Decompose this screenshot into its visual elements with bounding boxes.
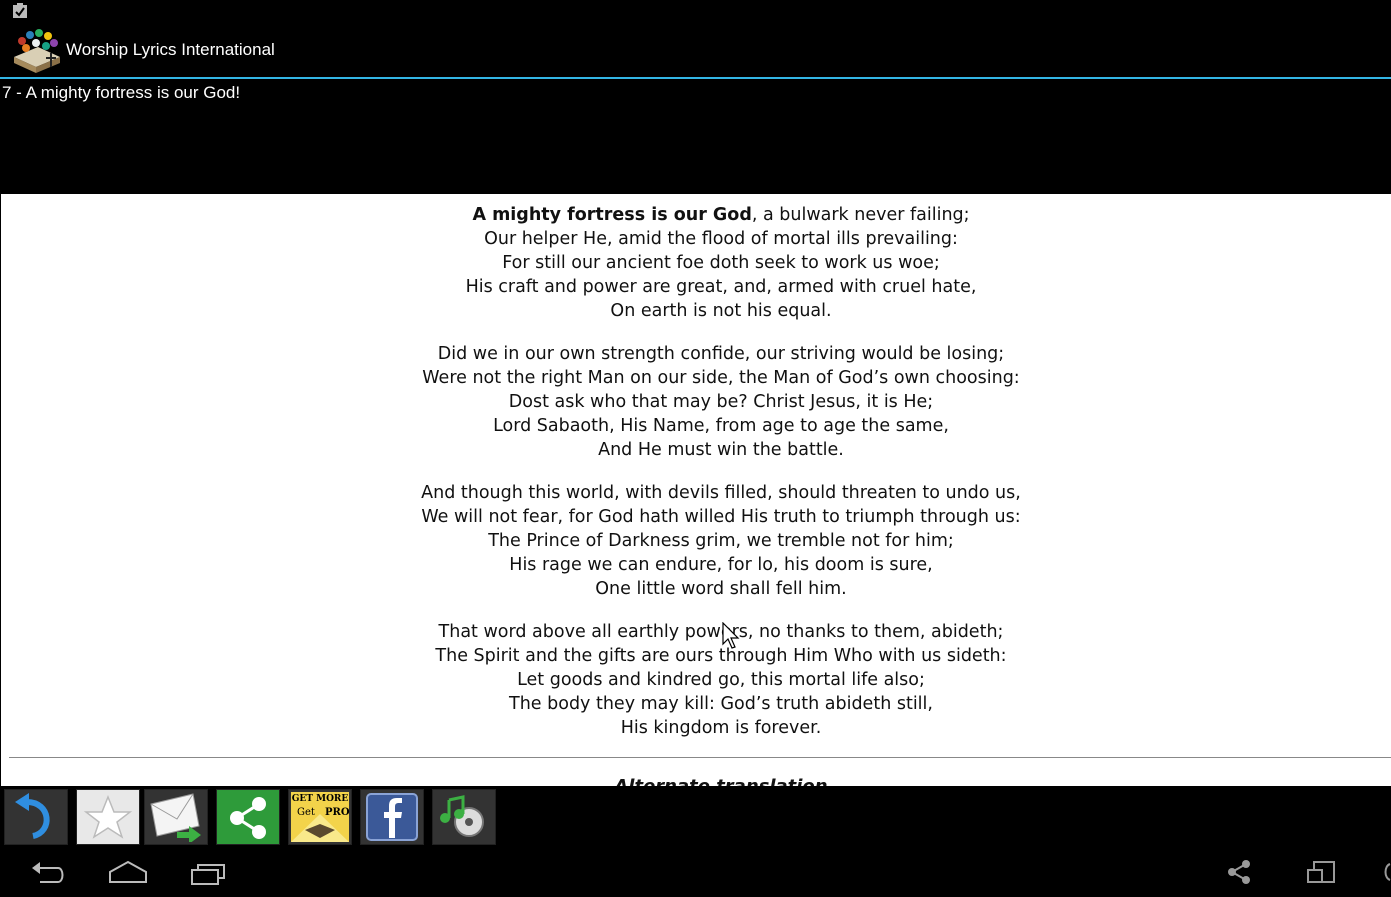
app-title: Worship Lyrics International [66,40,275,59]
lyric-line: We will not fear, for God hath willed Hi… [421,507,1021,527]
nav-recents-icon[interactable] [190,858,228,886]
lyric-line: The Prince of Darkness grim, we tremble … [488,531,954,551]
lyric-line: A mighty fortress is our God, a bulwark … [1,203,1391,227]
lyric-line: On earth is not his equal. [610,301,832,321]
pro-text-line2: Get [297,807,315,818]
lyrics-text: A mighty fortress is our God, a bulwark … [1,203,1391,759]
share-icon [230,797,266,839]
system-nav-bar [0,846,1391,897]
app-logo-icon[interactable] [12,27,62,75]
status-bar [0,0,1391,24]
lyric-line: Did we in our own strength confide, our … [437,344,1005,364]
share-button[interactable] [216,789,280,845]
lyric-line: Were not the right Man on our side, the … [422,368,1020,388]
lyric-line: Lord Sabaoth, His Name, from age to age … [493,416,949,436]
lyric-line: Our helper He, amid the flood of mortal … [484,229,958,249]
email-forward-icon [150,793,201,842]
alternate-translation-heading: Alternate translation [1,776,1391,786]
lyric-line: The Spirit and the gifts are ours throug… [435,646,1007,666]
first-line-rest: , a bulwark never failing; [751,205,970,225]
lyric-line: And though this world, with devils fille… [421,483,1021,503]
lyric-line: For still our ancient foe doth seek to w… [502,253,940,273]
email-button[interactable] [144,789,208,845]
stanza: That word above all earthly powers, no t… [1,620,1391,740]
nav-home-icon[interactable] [108,858,148,886]
lyric-line: That word above all earthly powers, no t… [438,622,1004,642]
lyric-line: His craft and power are great, and, arme… [465,277,977,297]
back-button[interactable] [4,789,68,845]
music-player-button[interactable] [432,789,496,845]
lyric-line: One little word shall fell him. [595,579,847,599]
lyric-line: Let goods and kindred go, this mortal li… [517,670,925,690]
stanza: A mighty fortress is our God, a bulwark … [1,203,1391,323]
divider [9,757,1391,758]
undo-arrow-icon [15,793,50,839]
facebook-button[interactable] [360,789,424,845]
action-bar: Worship Lyrics International [0,24,1391,79]
clipboard-check-icon [13,3,27,18]
nav-share-icon[interactable] [1226,858,1254,886]
star-icon [83,794,133,839]
first-line-bold: A mighty fortress is our God [472,205,752,225]
lyric-line: Dost ask who that may be? Christ Jesus, … [508,392,934,412]
lyric-line: And He must win the battle. [598,440,844,460]
nav-back-icon[interactable] [30,858,66,886]
pro-text-line1: GET MORE [291,794,349,804]
lyrics-content[interactable]: A mighty fortress is our God, a bulwark … [1,194,1391,786]
bottom-toolbar: GET MORE Get PRO [0,786,1391,846]
pro-text-line3: PRO [325,807,350,818]
stanza: Did we in our own strength confide, our … [1,342,1391,462]
stanza: And though this world, with devils fille… [1,481,1391,601]
song-header: 7 - A mighty fortress is our God! [1,79,1391,194]
lyric-line: His kingdom is forever. [620,718,822,738]
song-title: 7 - A mighty fortress is our God! [2,83,241,102]
lyric-line: The body they may kill: God’s truth abid… [509,694,933,714]
lyric-line: His rage we can endure, for lo, his doom… [509,555,933,575]
music-disc-icon [440,795,484,837]
nav-partial-icon [1384,863,1391,881]
facebook-icon [366,793,418,841]
get-pro-button[interactable]: GET MORE Get PRO [288,789,352,845]
nav-screen-resize-icon[interactable] [1306,858,1336,886]
mouse-cursor-icon [722,622,740,649]
favorite-button[interactable] [76,789,140,845]
